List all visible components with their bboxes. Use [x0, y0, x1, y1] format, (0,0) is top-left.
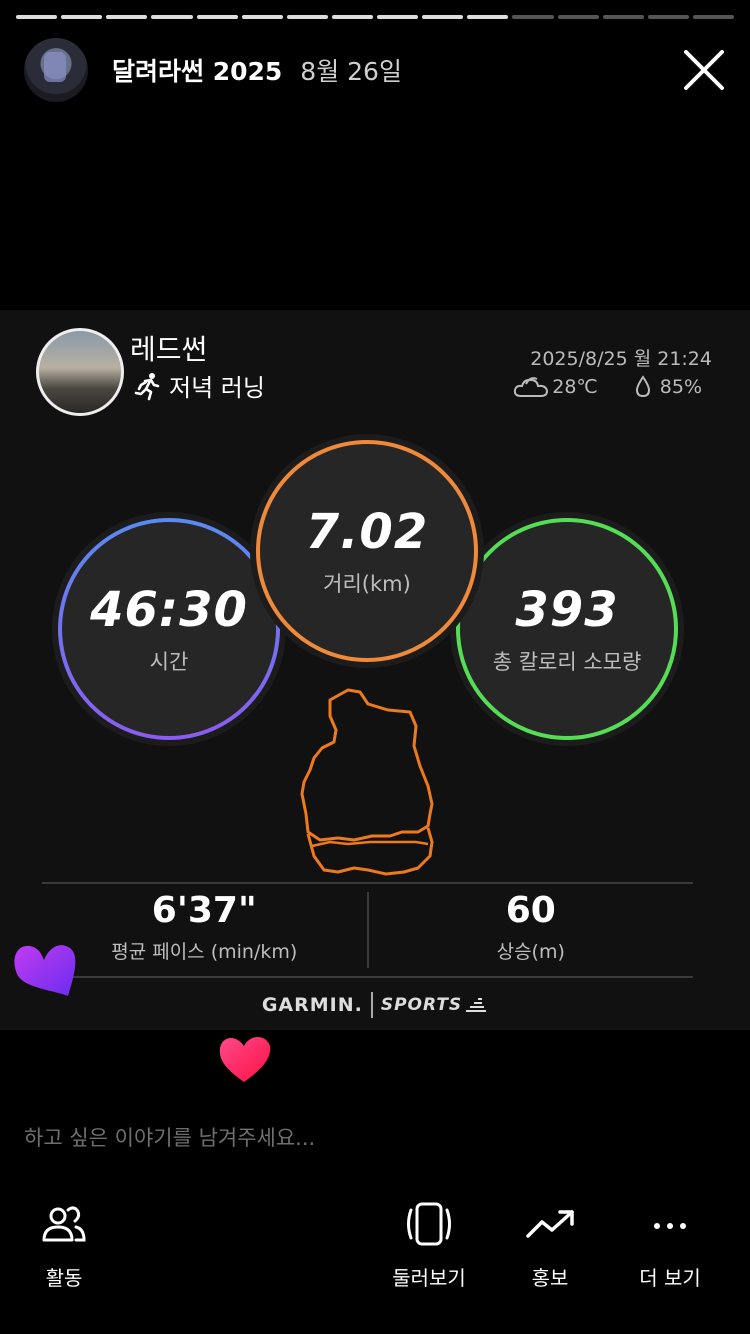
temperature: 28℃: [552, 376, 598, 398]
humidity-drop-icon: [635, 375, 650, 398]
elevation-stat: 60 상승(m): [369, 886, 694, 970]
close-button[interactable]: [682, 48, 726, 92]
story-title[interactable]: 달려라썬 2025: [112, 52, 282, 88]
progress-segment: [241, 15, 283, 19]
message-input[interactable]: 하고 싶은 이야기를 남겨주세요...: [24, 1122, 315, 1152]
rotate-button-label: 둘러보기: [392, 1266, 466, 1290]
more-dots-icon: [654, 1223, 686, 1229]
elevation-label: 상승(m): [496, 941, 565, 963]
route-map: [300, 688, 434, 876]
progress-segment: [106, 15, 148, 19]
user-avatar: [36, 328, 124, 416]
progress-segment: [692, 15, 734, 19]
progress-segment: [467, 15, 509, 19]
distance-label: 거리(km): [323, 572, 411, 596]
elevation-value: 60: [505, 890, 556, 931]
progress-segment: [557, 15, 599, 19]
activity-type: 저녁 러닝: [133, 368, 265, 403]
rotate-phone-icon: [407, 1202, 451, 1246]
progress-segment: [512, 15, 554, 19]
time-metric: 46:30 시간: [58, 518, 280, 740]
pace-stat: 6'37" 평균 페이스 (min/km): [42, 886, 367, 970]
close-icon: [684, 50, 724, 90]
trending-up-icon: [526, 1210, 574, 1238]
calories-value: 393: [515, 582, 619, 638]
running-icon: [134, 372, 160, 400]
brand-sub: SPORTS: [380, 995, 463, 1015]
more-button[interactable]: 더 보기: [630, 1200, 710, 1291]
progress-segment: [377, 15, 419, 19]
pace-value: 6'37": [151, 890, 257, 931]
garmin-sports-logo: GARMIN. SPORTS: [0, 992, 750, 1018]
activity-button[interactable]: 활동: [40, 1200, 88, 1291]
pink-heart-icon: [219, 1037, 271, 1082]
logo-separator: [370, 992, 373, 1018]
progress-segment: [151, 15, 193, 19]
progress-segment: [422, 15, 464, 19]
progress-segment: [61, 15, 103, 19]
weather-info: 28℃ 85%: [512, 374, 702, 400]
promote-button-label: 홍보: [531, 1266, 569, 1290]
story-progress-bar: [16, 15, 734, 19]
channel-avatar[interactable]: [24, 38, 88, 102]
activity-datetime: 2025/8/25 월 21:24: [530, 348, 712, 370]
activity-button-label: 활동: [45, 1266, 83, 1290]
progress-segment: [16, 15, 58, 19]
calories-metric: 393 총 칼로리 소모량: [456, 518, 678, 740]
progress-segment: [286, 15, 328, 19]
stats-bottom-divider: [42, 976, 693, 978]
rotate-button[interactable]: 둘러보기: [384, 1200, 474, 1291]
activity-label: 저녁 러닝: [169, 374, 265, 402]
cloud-icon: [514, 377, 549, 397]
brand-name: GARMIN.: [261, 994, 363, 1016]
progress-segment: [647, 15, 689, 19]
activity-card: 레드썬 저녁 러닝 2025/8/25 월 21:24 28℃ 85% 46:3…: [0, 310, 750, 1030]
humidity: 85%: [659, 376, 702, 398]
purple-heart-icon: [14, 945, 76, 996]
calories-label: 총 칼로리 소모량: [492, 650, 642, 674]
pace-label: 평균 페이스 (min/km): [111, 941, 298, 963]
bottom-action-bar: 활동 둘러보기 홍보 더 보기: [0, 1200, 750, 1300]
user-name: 레드썬: [130, 333, 208, 366]
distance-metric: 7.02 거리(km): [256, 440, 478, 662]
story-header: 달려라썬 2025 8월 26일: [24, 38, 726, 102]
sports-speed-icon: [466, 998, 487, 1012]
people-icon: [42, 1206, 86, 1242]
story-date: 8월 26일: [300, 57, 402, 86]
distance-value: 7.02: [305, 504, 429, 560]
stats-top-divider: [42, 882, 693, 884]
stats-row: 6'37" 평균 페이스 (min/km) 60 상승(m): [42, 886, 693, 970]
more-button-label: 더 보기: [639, 1266, 701, 1290]
progress-segment: [331, 15, 373, 19]
progress-segment: [196, 15, 238, 19]
time-label: 시간: [149, 650, 189, 674]
promote-button[interactable]: 홍보: [512, 1200, 588, 1291]
progress-segment: [602, 15, 644, 19]
time-value: 46:30: [90, 582, 248, 638]
